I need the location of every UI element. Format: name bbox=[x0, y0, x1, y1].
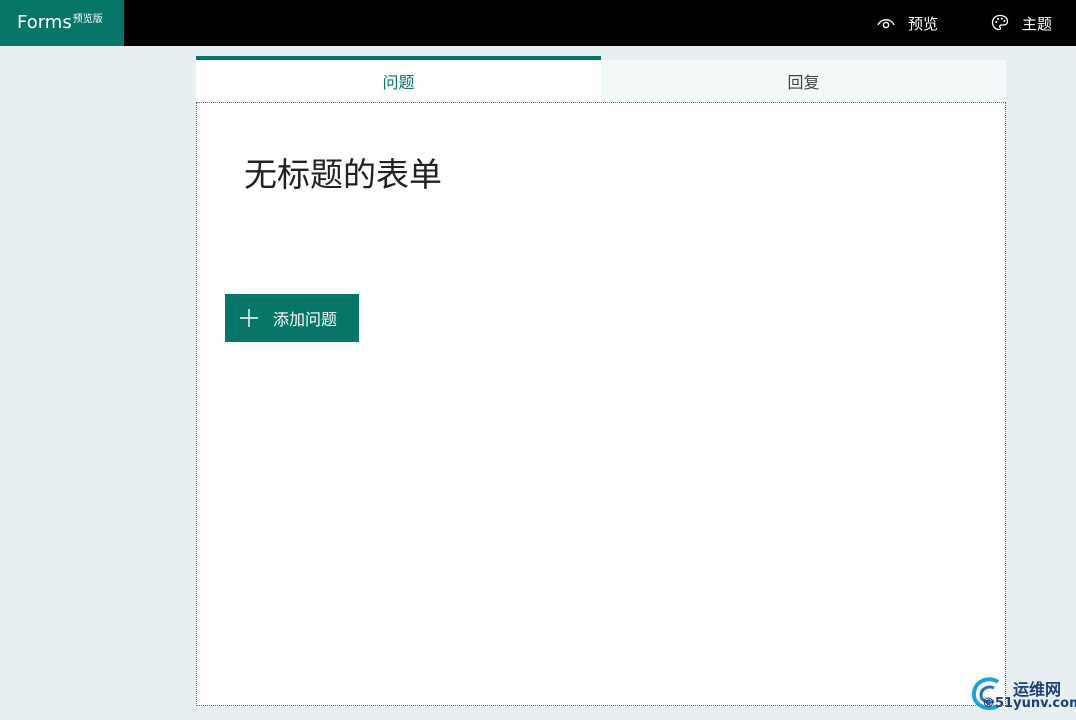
add-question-button[interactable]: 添加问题 bbox=[225, 294, 359, 342]
site-watermark: 运维网 ©51yunv.com bbox=[968, 672, 1076, 716]
top-bar: Forms 预览版 预览 主题 bbox=[0, 0, 1076, 46]
watermark-url: ©51yunv.com bbox=[982, 696, 1076, 711]
form-tabs: 问题 回复 bbox=[196, 56, 1006, 102]
eye-icon bbox=[877, 19, 895, 29]
preview-label: 预览 bbox=[908, 14, 939, 33]
add-question-label: 添加问题 bbox=[273, 312, 338, 329]
app-name: Forms bbox=[17, 12, 72, 33]
theme-label: 主题 bbox=[1022, 14, 1053, 33]
plus-icon bbox=[240, 309, 258, 327]
palette-icon bbox=[991, 14, 1009, 31]
form-title[interactable]: 无标题的表单 bbox=[244, 155, 442, 195]
tab-responses-label: 回复 bbox=[787, 73, 820, 92]
form-editor-card: 无标题的表单 添加问题 bbox=[196, 102, 1006, 706]
tab-responses[interactable]: 回复 bbox=[601, 60, 1006, 102]
app-brand[interactable]: Forms 预览版 bbox=[0, 0, 124, 46]
tab-questions[interactable]: 问题 bbox=[196, 56, 601, 102]
tab-questions-label: 问题 bbox=[382, 73, 415, 92]
preview-button[interactable]: 预览 bbox=[876, 0, 938, 46]
theme-button[interactable]: 主题 bbox=[990, 0, 1052, 46]
app-preview-tag: 预览版 bbox=[72, 14, 103, 25]
